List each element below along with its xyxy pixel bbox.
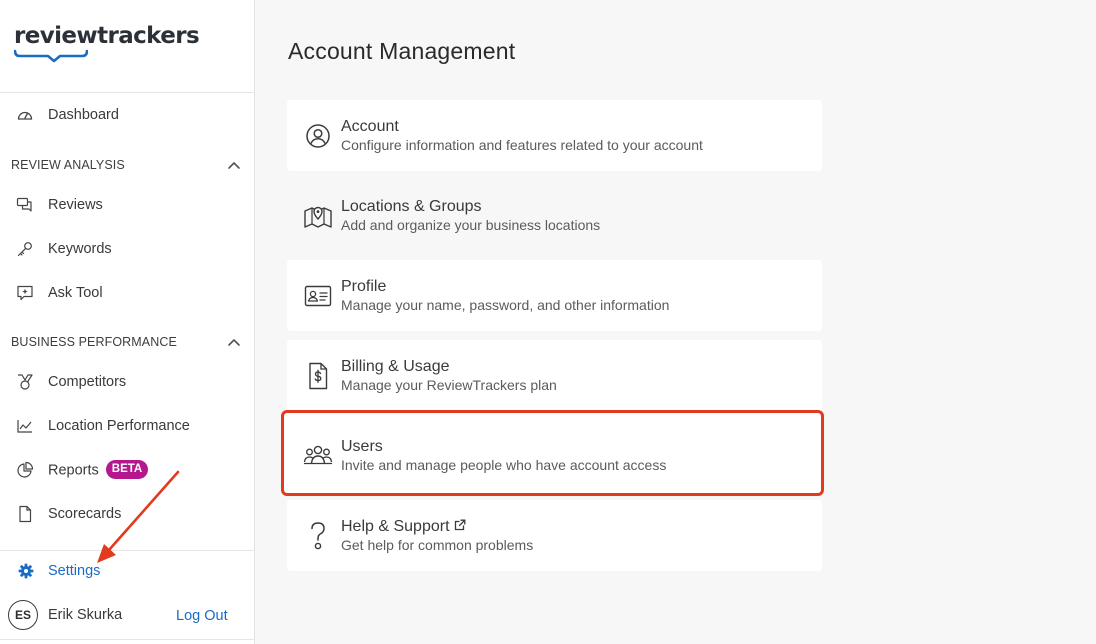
section-title: REVIEW ANALYSIS [11,158,125,172]
card-description: Get help for common problems [341,537,534,553]
card-title: Help & Support [341,518,466,536]
pie-chart-icon [16,461,34,479]
card-users[interactable]: Users Invite and manage people who have … [281,410,824,496]
card-title: Account [341,118,399,135]
sidebar-item-label: Ask Tool [48,285,103,301]
logout-link[interactable]: Log Out [176,608,228,624]
sidebar-item-label: Competitors [48,374,127,390]
brand-logo-text: reviewtrackers [14,23,200,49]
trend-chart-icon [16,417,34,435]
section-title: BUSINESS PERFORMANCE [11,335,177,349]
card-billing-usage[interactable]: Billing & Usage Manage your ReviewTracke… [287,340,822,411]
card-help-support[interactable]: Help & Support Get help for common probl… [287,500,822,571]
sidebar-item-label: Reports BETA [48,459,149,480]
help-support-title: Help & Support [341,518,450,535]
user-row: ES Erik Skurka Log Out [0,596,254,636]
sidebar-divider [0,639,254,640]
card-title: Profile [341,278,387,295]
document-icon [16,505,34,523]
key-icon [16,240,34,258]
card-description: Manage your name, password, and other in… [341,297,670,313]
card-title: Billing & Usage [341,358,450,375]
sidebar-item-label: Keywords [48,241,112,257]
gear-icon [17,562,35,580]
invoice-icon [303,362,333,390]
sidebar-item-location-performance[interactable]: Location Performance [0,406,254,446]
sidebar-divider [0,92,254,93]
card-locations-groups[interactable]: Locations & Groups Add and organize your… [287,180,822,251]
sidebar-item-scorecards[interactable]: Scorecards [0,494,254,534]
card-profile[interactable]: Profile Manage your name, password, and … [287,260,822,331]
sidebar-item-keywords[interactable]: Keywords [0,229,254,269]
sidebar-item-label: Reviews [48,197,103,213]
card-title: Users [341,438,383,455]
dashboard-icon [16,106,34,124]
users-group-icon [303,441,333,469]
sidebar-item-reviews[interactable]: Reviews [0,185,254,225]
page-title: Account Management [288,38,516,64]
card-description: Configure information and features relat… [341,137,703,153]
beta-badge: BETA [105,459,149,479]
logo-underline-icon [14,49,88,63]
sidebar-item-reports[interactable]: Reports BETA [0,450,254,490]
card-description: Invite and manage people who have accoun… [341,457,667,473]
reports-label: Reports [48,461,99,478]
brand-logo[interactable]: reviewtrackers [14,22,200,63]
chevron-up-icon[interactable] [227,335,241,349]
id-card-icon [303,282,333,310]
sidebar-item-label: Scorecards [48,506,122,522]
user-circle-icon [303,122,333,150]
sidebar-item-ask-tool[interactable]: Ask Tool [0,273,254,313]
chevron-up-icon[interactable] [227,158,241,172]
sidebar-item-label: Settings [48,563,101,579]
sidebar-item-settings[interactable]: Settings [0,551,254,591]
sidebar: reviewtrackers Dashboard REVIEW ANALYSIS… [0,0,255,644]
card-account[interactable]: Account Configure information and featur… [287,100,822,171]
avatar[interactable]: ES [8,600,38,630]
sidebar-item-label: Dashboard [48,107,119,123]
card-description: Manage your ReviewTrackers plan [341,377,557,393]
medal-icon [16,373,34,391]
section-business-performance[interactable]: BUSINESS PERFORMANCE [11,332,241,352]
section-review-analysis[interactable]: REVIEW ANALYSIS [11,155,241,175]
sidebar-item-competitors[interactable]: Competitors [0,362,254,402]
sparkle-chat-icon [16,284,34,302]
user-name: Erik Skurka [48,607,123,623]
chat-bubbles-icon [16,196,34,214]
sidebar-item-label: Location Performance [48,418,190,434]
external-link-icon [454,519,465,531]
card-description: Add and organize your business locations [341,217,601,233]
map-pin-icon [303,202,333,230]
card-title: Locations & Groups [341,198,482,215]
question-icon [303,522,333,550]
sidebar-item-dashboard[interactable]: Dashboard [0,95,254,135]
